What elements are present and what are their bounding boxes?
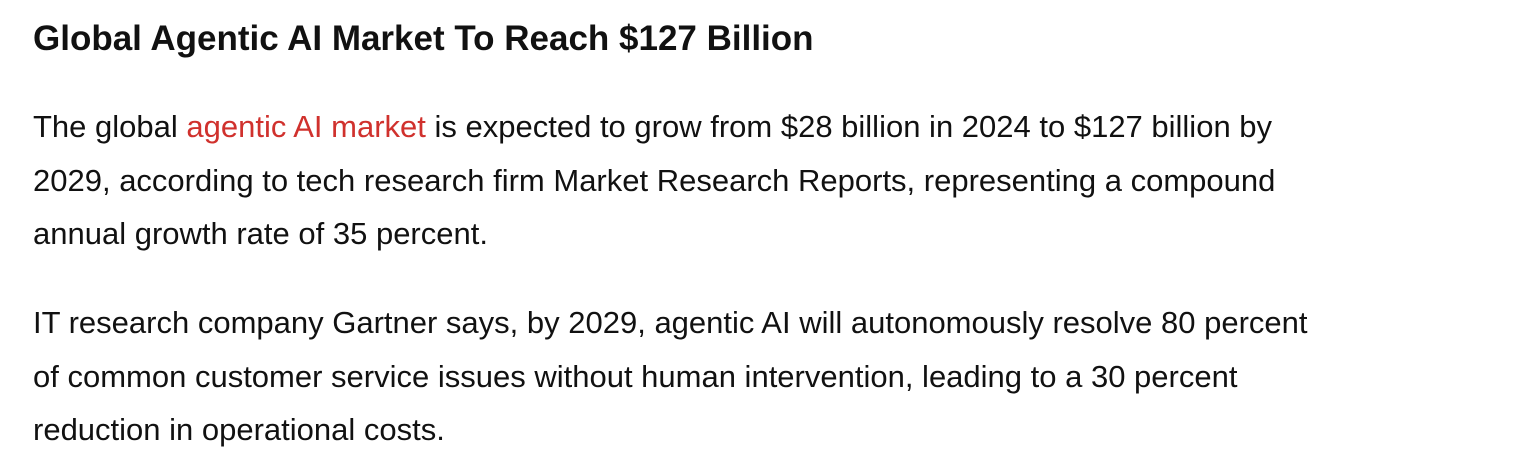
paragraph-line: 2029, according to tech research firm Ma… <box>33 162 1276 198</box>
paragraph-market-growth: The global agentic AI market is expected… <box>33 100 1513 261</box>
paragraph-gartner-forecast: IT research company Gartner says, by 202… <box>33 296 1513 457</box>
article-headline: Global Agentic AI Market To Reach $127 B… <box>33 19 814 58</box>
paragraph-line: IT research company Gartner says, by 202… <box>33 305 1308 340</box>
text-segment: is expected to grow from $28 billion in … <box>425 109 1273 144</box>
agentic-ai-market-link[interactable]: agentic AI market <box>186 109 426 144</box>
paragraph-line: of common customer service issues withou… <box>33 358 1238 394</box>
paragraph-line: The global agentic AI market is expected… <box>33 100 1513 154</box>
paragraph-line: annual growth rate of 35 percent. <box>33 216 488 251</box>
paragraph-line: reduction in operational costs. <box>33 412 445 447</box>
text-segment: The global <box>33 109 187 144</box>
